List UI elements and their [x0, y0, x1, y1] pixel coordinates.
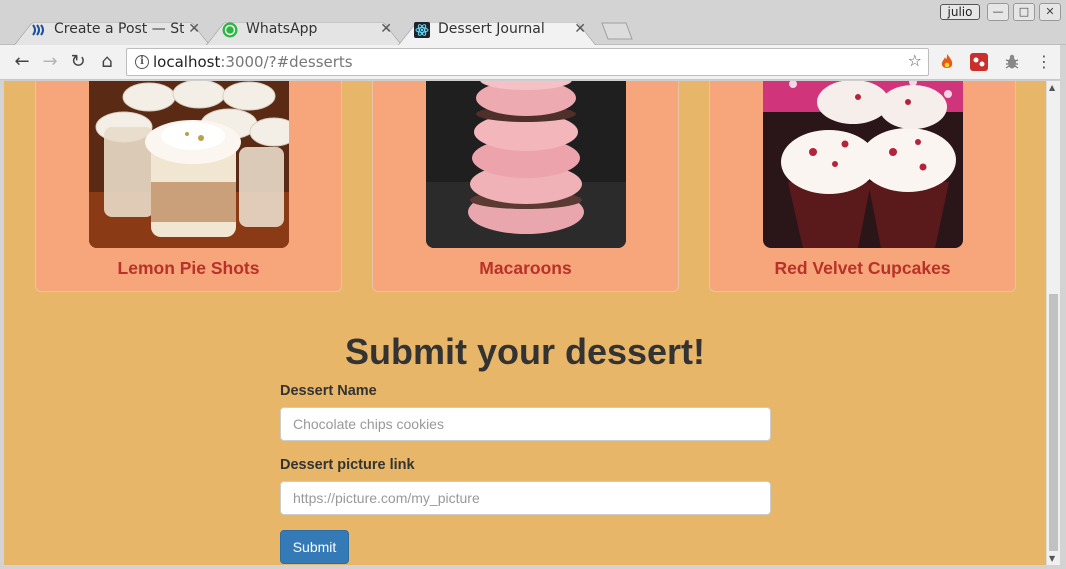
whatsapp-icon — [222, 22, 238, 38]
kebab-menu-icon[interactable]: ⋮ — [1036, 51, 1052, 73]
dessert-name-label: Dessert Name — [280, 383, 377, 399]
address-bar[interactable]: i localhost:3000/?#desserts ☆ — [126, 48, 929, 76]
dessert-card[interactable]: Lemon Pie Shots — [35, 81, 342, 292]
window-frame — [1060, 45, 1066, 569]
window-frame — [0, 80, 4, 569]
window-frame — [0, 565, 1066, 569]
close-tab-icon[interactable]: ✕ — [380, 15, 392, 44]
dessert-card[interactable]: Red Velvet Cupcakes — [709, 81, 1016, 292]
dessert-link-input[interactable] — [280, 481, 771, 515]
dessert-link-label: Dessert picture link — [280, 457, 415, 473]
bug-extension-icon[interactable] — [1003, 53, 1021, 71]
dessert-image — [89, 81, 289, 248]
tab-whatsapp[interactable]: WhatsApp ✕ — [206, 15, 402, 45]
dessert-name: Red Velvet Cupcakes — [774, 258, 951, 278]
tab-title: Dessert Journal — [438, 21, 545, 37]
scroll-thumb[interactable] — [1049, 294, 1058, 551]
browser-toolbar: ← → ↻ ⌂ i localhost:3000/?#desserts ☆ ⋮ — [0, 45, 1066, 80]
submit-button[interactable]: Submit — [280, 530, 349, 564]
close-tab-icon[interactable]: ✕ — [188, 15, 200, 44]
info-icon[interactable]: i — [135, 55, 149, 69]
browser-title-bar: Create a Post — Ste ✕ WhatsApp ✕ Dessert… — [0, 0, 1066, 45]
maximize-button[interactable]: □ — [1013, 3, 1035, 21]
form-heading: Submit your dessert! — [344, 331, 706, 372]
dessert-image — [763, 81, 963, 248]
react-icon — [414, 22, 430, 38]
close-window-button[interactable]: ✕ — [1039, 3, 1061, 21]
dessert-card[interactable]: Macaroons — [372, 81, 679, 292]
home-icon[interactable]: ⌂ — [96, 51, 118, 73]
fire-extension-icon[interactable] — [938, 53, 956, 71]
scroll-down-arrow-icon[interactable]: ▼ — [1049, 554, 1055, 563]
url-text[interactable]: localhost:3000/?#desserts — [153, 49, 353, 75]
bookmark-star-icon[interactable]: ☆ — [908, 51, 922, 70]
forward-arrow-icon[interactable]: → — [39, 51, 61, 73]
reload-icon[interactable]: ↻ — [67, 51, 89, 73]
tab-dessert-journal[interactable]: Dessert Journal ✕ — [398, 15, 596, 45]
dessert-name: Macaroons — [479, 258, 572, 278]
tab-create-post[interactable]: Create a Post — Ste ✕ — [14, 15, 210, 45]
dessert-image — [426, 81, 626, 248]
page-scrollbar[interactable]: ▲ ▼ — [1046, 81, 1060, 565]
close-tab-icon[interactable]: ✕ — [574, 15, 586, 44]
dessert-name: Lemon Pie Shots — [117, 258, 260, 278]
new-tab-button[interactable] — [601, 22, 633, 40]
dessert-name-input[interactable] — [280, 407, 771, 441]
back-arrow-icon[interactable]: ← — [11, 51, 33, 73]
red-extension-icon[interactable] — [970, 53, 988, 71]
page-viewport: Lemon Pie Shots Macaroons Red Velvet Cup… — [4, 81, 1046, 565]
steemit-icon — [32, 24, 44, 36]
profile-button[interactable]: julio — [940, 4, 980, 20]
minimize-button[interactable]: — — [987, 3, 1009, 21]
scroll-up-arrow-icon[interactable]: ▲ — [1049, 83, 1055, 92]
tab-title: Create a Post — Ste — [54, 21, 184, 37]
tab-title: WhatsApp — [246, 21, 318, 37]
